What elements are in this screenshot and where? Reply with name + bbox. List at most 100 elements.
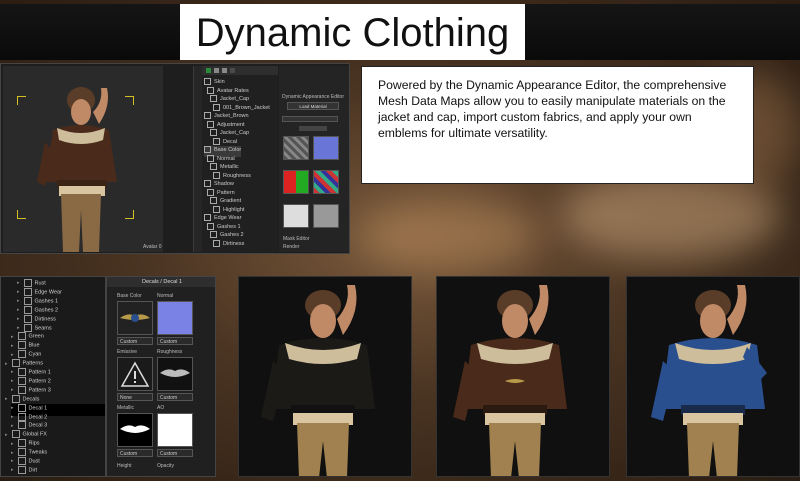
toolbar-icon[interactable] [222,68,227,73]
tree-item-label: Base Color [214,146,242,153]
footer-item[interactable]: Mask Editor [283,236,309,242]
checkbox[interactable] [23,314,32,323]
path-field[interactable] [282,116,338,122]
checkbox[interactable] [23,296,32,305]
expand-arrow-icon[interactable]: ▸ [11,343,14,349]
expand-arrow-icon[interactable]: ▸ [5,432,8,438]
checkbox[interactable] [207,222,214,230]
expand-arrow-icon[interactable]: ▸ [11,458,14,464]
checkbox[interactable] [204,214,211,221]
checkbox[interactable] [210,197,217,204]
texture-thumb-color[interactable] [313,170,339,194]
checkbox[interactable] [17,341,26,350]
checkbox[interactable] [213,239,220,247]
checkbox[interactable] [204,180,211,187]
expand-arrow-icon[interactable]: ▸ [17,280,20,286]
checkbox[interactable] [17,421,26,430]
checkbox[interactable] [23,323,32,332]
roughness-dropdown[interactable]: Custom [157,393,193,401]
layer-tree-label: Tweaks [28,449,48,456]
checkbox[interactable] [17,403,26,412]
checkbox[interactable] [210,231,217,238]
emissive-thumb[interactable] [117,357,153,391]
tree-item-label: Jacket_Cap [220,129,250,136]
checkbox[interactable] [23,279,32,287]
checkbox[interactable] [17,465,26,474]
base-color-thumb[interactable] [117,301,153,335]
base-color-dropdown[interactable]: Custom [117,337,153,345]
expand-arrow-icon[interactable]: ▸ [17,325,20,331]
ao-thumb[interactable] [157,413,193,447]
checkbox[interactable] [213,137,220,145]
ao-dropdown[interactable]: Custom [157,449,193,457]
expand-arrow-icon[interactable]: ▸ [5,361,8,367]
checkbox[interactable] [17,332,26,341]
footer-item[interactable]: Render [283,244,299,250]
expand-arrow-icon[interactable]: ▸ [17,316,20,322]
checkbox[interactable] [204,112,211,119]
checkbox[interactable] [213,171,220,179]
viewport[interactable]: Avatar 0 [3,66,163,252]
expand-arrow-icon[interactable]: ▸ [11,405,14,411]
checkbox[interactable] [17,350,26,359]
expand-arrow-icon[interactable]: ▸ [11,387,14,393]
normal-dropdown[interactable]: Custom [157,337,193,345]
texture-thumb-normal[interactable] [313,136,339,160]
side-tabs[interactable] [193,66,202,252]
expand-arrow-icon[interactable]: ▸ [11,467,14,473]
checkbox[interactable] [204,78,211,85]
base-color-tab[interactable] [299,126,327,131]
checkbox[interactable] [17,376,26,385]
checkbox[interactable] [17,412,26,421]
layer-tree-label: Green [28,333,44,340]
checkbox[interactable] [17,448,26,457]
expand-arrow-icon[interactable]: ▸ [11,441,14,447]
checkbox[interactable] [17,385,26,394]
checkbox[interactable] [11,430,20,439]
texture-thumb-mask[interactable] [283,170,309,194]
expand-arrow-icon[interactable]: ▸ [11,352,14,358]
expand-arrow-icon[interactable]: ▸ [17,307,20,313]
toolbar-icon[interactable] [230,68,235,73]
expand-arrow-icon[interactable]: ▸ [5,396,8,402]
texture-thumb-white[interactable] [283,204,309,228]
roughness-thumb[interactable] [157,357,193,391]
expand-arrow-icon[interactable]: ▸ [11,450,14,456]
checkbox[interactable] [17,457,26,465]
expand-arrow-icon[interactable]: ▸ [11,378,14,384]
expand-arrow-icon[interactable]: ▸ [11,414,14,420]
checkbox[interactable] [17,368,26,376]
checkbox[interactable] [17,439,26,448]
checkbox[interactable] [207,86,214,94]
emissive-dropdown[interactable]: None [117,393,153,401]
toolbar-icon[interactable] [214,68,219,73]
toolbar-icon[interactable] [206,68,211,73]
metallic-thumb[interactable] [117,413,153,447]
checkbox[interactable] [207,154,214,162]
description-box: Powered by the Dynamic Appearance Editor… [361,66,754,184]
expand-arrow-icon[interactable]: ▸ [11,423,14,429]
expand-arrow-icon[interactable]: ▸ [17,298,20,304]
texture-thumb-gray2[interactable] [313,204,339,228]
normal-thumb[interactable] [157,301,193,335]
expand-arrow-icon[interactable]: ▸ [17,289,20,295]
checkbox[interactable] [11,359,20,368]
checkbox[interactable] [213,103,220,111]
metallic-dropdown[interactable]: Custom [117,449,153,457]
checkbox[interactable] [213,205,220,213]
layer-tree-item[interactable]: ▸ Dirt [11,465,105,476]
checkbox[interactable] [207,120,214,128]
checkbox[interactable] [210,163,217,170]
checkbox[interactable] [210,129,217,136]
checkbox[interactable] [210,95,217,102]
tree-item[interactable]: Dirtiness [213,239,244,251]
checkbox[interactable] [207,188,214,196]
load-material-button[interactable]: Load Material [287,102,339,110]
checkbox[interactable] [23,287,32,296]
checkbox[interactable] [11,394,20,403]
expand-arrow-icon[interactable]: ▸ [11,334,14,340]
texture-thumb-gray[interactable] [283,136,309,160]
checkbox[interactable] [204,146,211,153]
checkbox[interactable] [23,305,32,314]
expand-arrow-icon[interactable]: ▸ [11,369,14,375]
